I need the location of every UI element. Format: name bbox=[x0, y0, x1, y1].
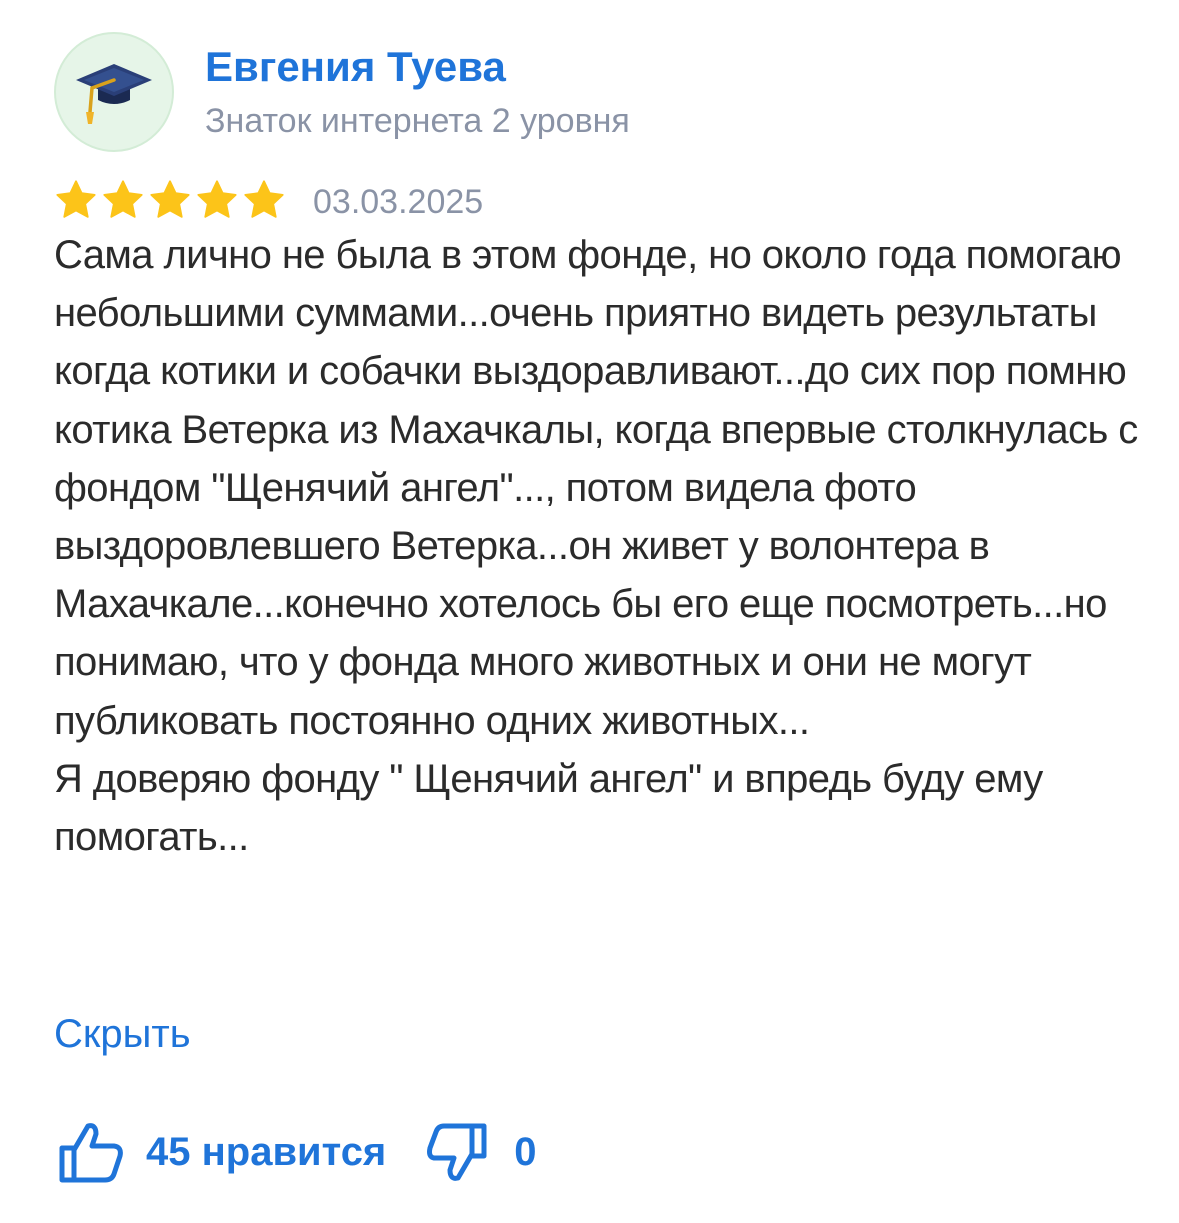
thumbs-down-icon bbox=[427, 1123, 487, 1181]
thumbs-up-icon bbox=[59, 1123, 123, 1183]
graduation-cap-icon bbox=[76, 64, 152, 124]
star-icon bbox=[103, 180, 143, 218]
like-count: 45 нравится bbox=[146, 1129, 387, 1174]
reactions-bar: 45 нравится 0 bbox=[54, 1112, 537, 1192]
star-icon bbox=[56, 180, 96, 218]
dislike-count: 0 bbox=[514, 1129, 537, 1174]
star-icon bbox=[150, 180, 190, 218]
hide-review-link[interactable]: Скрыть bbox=[54, 1006, 191, 1062]
dislike-button[interactable]: 0 bbox=[426, 1120, 537, 1184]
author-level: Знаток интернета 2 уровня bbox=[205, 102, 630, 140]
avatar[interactable] bbox=[54, 32, 174, 152]
star-icon bbox=[197, 180, 237, 218]
review-text: Сама лично не была в этом фонде, но окол… bbox=[54, 233, 1138, 860]
review-date: 03.03.2025 bbox=[313, 183, 484, 221]
like-button[interactable]: 45 нравится bbox=[54, 1120, 386, 1184]
author-name[interactable]: Евгения Туева bbox=[205, 42, 506, 92]
star-icon bbox=[244, 180, 284, 218]
rating-stars bbox=[54, 178, 286, 222]
